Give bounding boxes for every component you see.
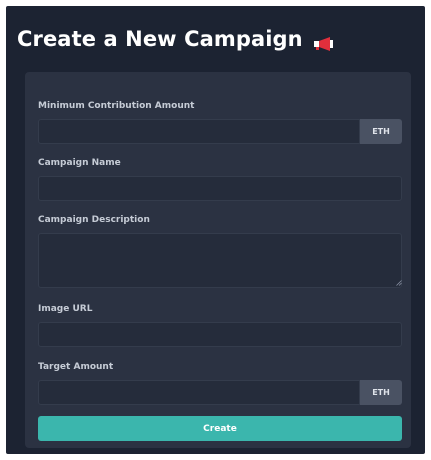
campaign-name-input[interactable] [38, 176, 402, 201]
resize-grip-icon[interactable] [396, 280, 402, 286]
target-amount-input[interactable] [38, 380, 360, 405]
image-url-label: Image URL [38, 304, 93, 314]
campaign-description-textarea[interactable] [38, 233, 402, 288]
create-button[interactable]: Create [38, 416, 402, 441]
megaphone-icon [313, 32, 335, 51]
target-amount-eth-addon: ETH [360, 380, 402, 405]
campaign-description-label: Campaign Description [38, 215, 150, 225]
campaign-name-label: Campaign Name [38, 158, 121, 168]
min-contribution-input[interactable] [38, 119, 360, 144]
target-amount-label: Target Amount [38, 362, 114, 372]
page-title-text: Create a New Campaign [17, 27, 303, 51]
min-contribution-eth-addon: ETH [360, 119, 402, 144]
campaign-page: Create a New Campaign Minimum Contributi… [6, 6, 425, 454]
image-url-input[interactable] [38, 322, 402, 347]
page-title: Create a New Campaign [17, 23, 335, 55]
min-contribution-label: Minimum Contribution Amount [38, 101, 195, 111]
campaign-form: Minimum Contribution Amount ETH Campaign… [25, 72, 411, 448]
